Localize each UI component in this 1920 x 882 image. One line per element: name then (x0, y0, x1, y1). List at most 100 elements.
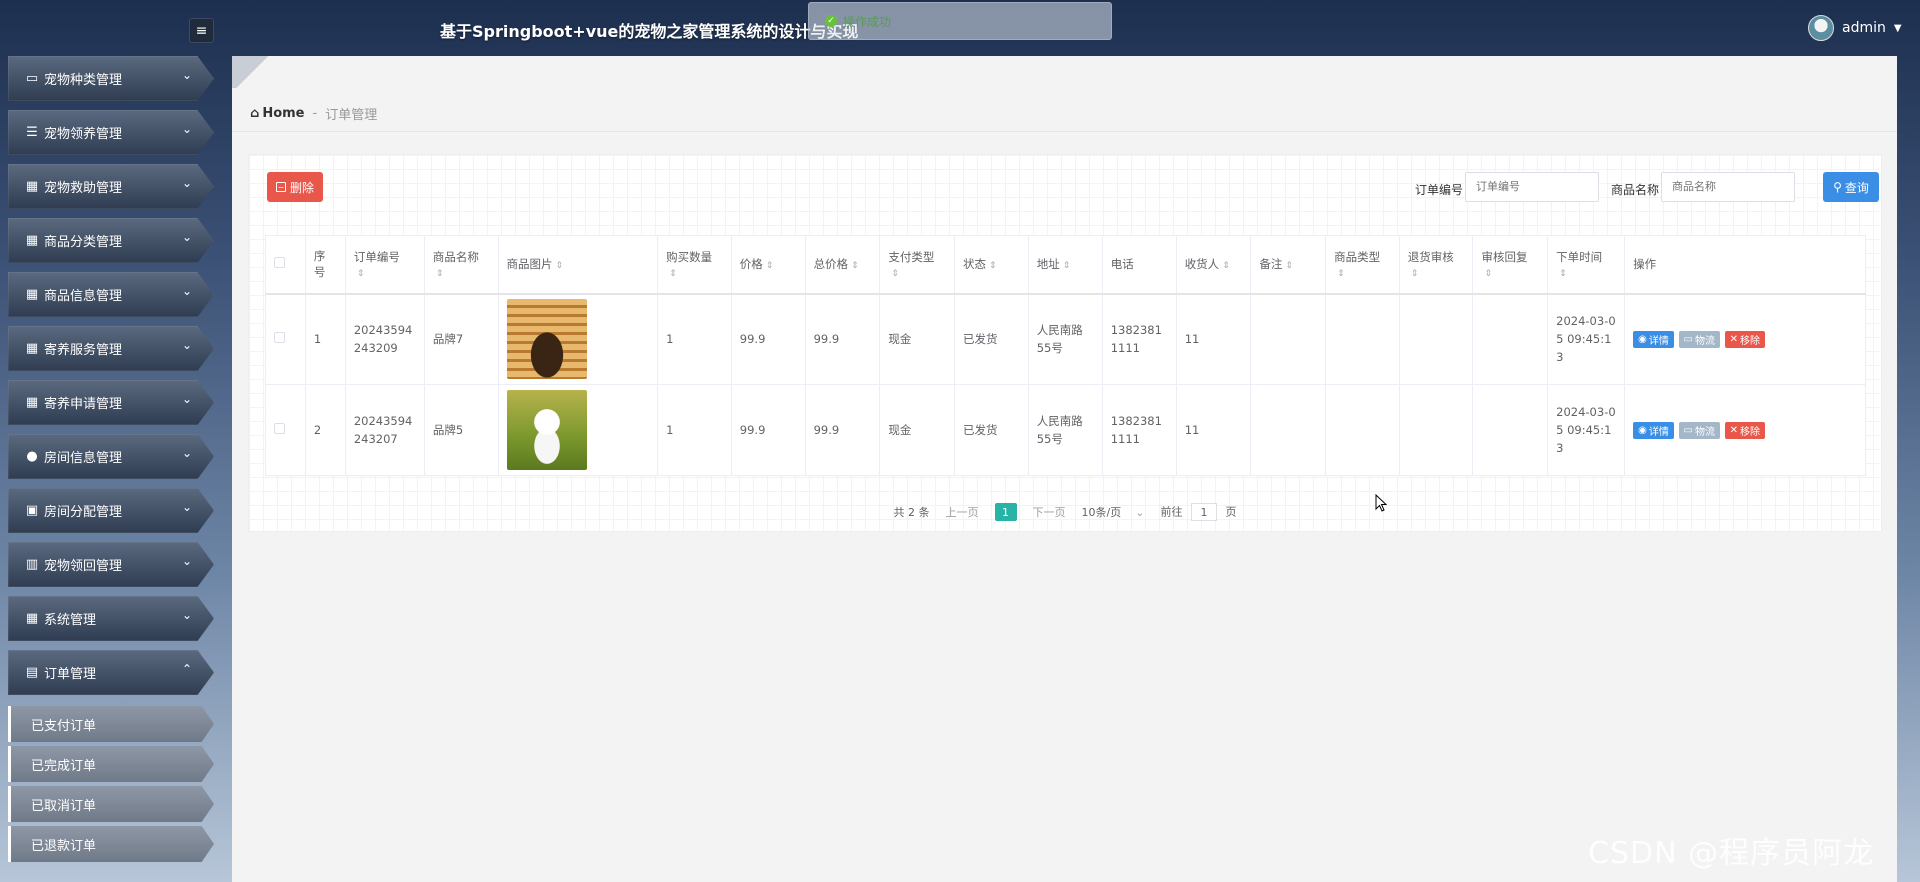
sidebar-subitem-completed-orders[interactable]: 已完成订单 (8, 746, 214, 782)
watermark: CSDN @程序员阿龙 (1588, 836, 1875, 871)
sort-icon: ⇕ (435, 269, 444, 280)
column-header[interactable]: 购买数量 ⇕ (657, 235, 732, 294)
sidebar-item-label: 商品信息管理 (44, 289, 123, 304)
column-header[interactable]: 商品名称 ⇕ (423, 235, 499, 294)
pager-page-1[interactable]: 1 (994, 503, 1017, 521)
sidebar-item-pet-rescue[interactable]: ▦ 宠物救助管理 ⌄ (8, 164, 214, 209)
cell-qty: 1 (657, 293, 732, 385)
pager-next-button[interactable]: 下一页 (1033, 504, 1066, 520)
column-header[interactable]: 商品图片 ⇕ (497, 235, 659, 294)
sidebar-item-boarding-application[interactable]: ▦ 寄养申请管理 ⌄ (8, 380, 214, 425)
search-button[interactable]: ⚲ 查询 (1823, 172, 1879, 202)
caret-down-icon: ▼ (1893, 22, 1902, 34)
column-header[interactable]: 订单编号 ⇕ (344, 235, 425, 294)
sidebar-item-product-category[interactable]: ▦ 商品分类管理 ⌄ (8, 218, 214, 263)
pager-size-value: 10条/页 (1081, 506, 1122, 519)
chevron-down-icon: ⌄ (181, 554, 192, 568)
sidebar-item-system[interactable]: ▦ 系统管理 ⌄ (8, 596, 214, 641)
column-header[interactable]: 备注 ⇕ (1250, 235, 1327, 294)
row-select-cell[interactable] (265, 384, 306, 476)
cell-price: 99.9 (730, 293, 806, 385)
row-checkbox[interactable] (274, 423, 285, 434)
sidebar-item-orders[interactable]: ▤ 订单管理 ⌃ (8, 650, 214, 695)
row-checkbox[interactable] (274, 332, 285, 344)
monitor-icon: ▭ (25, 71, 39, 86)
column-header[interactable]: 总价格 ⇕ (804, 235, 881, 294)
cell-review-reply (1472, 293, 1549, 385)
user-menu[interactable]: admin ▼ (1808, 15, 1902, 41)
row-select-cell[interactable] (265, 293, 306, 385)
order-no-input[interactable] (1465, 172, 1599, 202)
chevron-down-icon: ⌄ (1135, 505, 1145, 519)
cell-price: 99.9 (730, 384, 806, 476)
cell-status: 已发货 (954, 293, 1029, 385)
pager-prev-button[interactable]: 上一页 (946, 504, 979, 520)
pager-goto-input[interactable]: 1 (1190, 503, 1217, 521)
chevron-down-icon: ⌄ (181, 122, 192, 136)
detail-button[interactable]: ◉ 详情 (1633, 421, 1674, 439)
column-header[interactable]: 商品类型 ⇕ (1325, 235, 1400, 294)
chevron-down-icon: ⌄ (181, 500, 192, 514)
sidebar-item-label: 订单管理 (44, 667, 97, 682)
sidebar-subitem-refunded-orders[interactable]: 已退款订单 (8, 826, 214, 862)
eye-icon: ◉ (1638, 333, 1647, 345)
logistics-button[interactable]: ▭ 物流 (1678, 330, 1720, 348)
column-header[interactable]: 地址 ⇕ (1027, 235, 1103, 294)
column-header[interactable]: 审核回复 ⇕ (1472, 235, 1549, 294)
cell-total: 99.9 (804, 293, 881, 385)
sort-icon: ⇕ (1285, 261, 1293, 272)
sort-icon: ⇕ (1337, 269, 1345, 280)
eye-icon: ◉ (1638, 424, 1647, 436)
chevron-down-icon: ⌄ (181, 284, 192, 298)
sidebar-item-pet-adoption[interactable]: ☰ 宠物领养管理 ⌄ (8, 110, 214, 155)
sort-icon: ⇕ (891, 269, 899, 280)
bar-chart-icon: ▥ (25, 557, 39, 572)
truck-icon: ▭ (1683, 424, 1693, 436)
column-header[interactable]: 下单时间 ⇕ (1547, 235, 1626, 294)
product-name-input[interactable] (1661, 172, 1795, 202)
sidebar-item-label: 寄养服务管理 (44, 343, 123, 358)
cell-review-reply (1472, 384, 1549, 476)
table-row: 2 20243594243207 品牌5 1 99.9 99.9 现金 已发货 … (265, 384, 1866, 476)
sidebar-item-pet-species[interactable]: ▭ 宠物种类管理 ⌄ (8, 56, 214, 101)
sidebar-item-product-info[interactable]: ▦ 商品信息管理 ⌄ (8, 272, 214, 317)
chevron-down-icon: ⌄ (181, 392, 192, 406)
truck-icon: ▭ (1683, 333, 1693, 345)
select-all-checkbox[interactable] (274, 257, 285, 269)
detail-button[interactable]: ◉ 详情 (1633, 330, 1674, 348)
chevron-down-icon: ⌄ (181, 68, 192, 82)
cell-receiver: 11 (1175, 293, 1252, 385)
chevron-down-icon: ⌄ (181, 608, 192, 622)
pet-house-image[interactable] (506, 299, 587, 380)
cell-time: 2024-03-05 09:45:13 (1547, 293, 1626, 385)
sidebar-item-label: 宠物救助管理 (44, 181, 123, 196)
menu-toggle-icon[interactable]: ≡ (189, 18, 214, 43)
pager-size-select[interactable]: 10条/页 ⌄ (1082, 504, 1145, 520)
column-header[interactable]: 支付类型 ⇕ (879, 235, 956, 294)
sidebar-item-room-info[interactable]: ● 房间信息管理 ⌄ (8, 434, 214, 479)
sidebar-item-label: 宠物领回管理 (44, 559, 123, 574)
toast-message: 操作成功 (843, 14, 892, 29)
select-all-cell[interactable] (265, 235, 306, 294)
white-dog-image[interactable] (506, 390, 587, 470)
column-header[interactable]: 状态 ⇕ (954, 235, 1029, 294)
breadcrumb-home[interactable]: ⌂ Home (250, 106, 305, 121)
sidebar-subitem-paid-orders[interactable]: 已支付订单 (8, 706, 214, 742)
sidebar-subitem-cancelled-orders[interactable]: 已取消订单 (8, 786, 214, 822)
sidebar-item-room-allocation[interactable]: ▣ 房间分配管理 ⌄ (8, 488, 214, 533)
sidebar-item-boarding-service[interactable]: ▦ 寄养服务管理 ⌄ (8, 326, 214, 371)
logistics-button[interactable]: ▭ 物流 (1678, 421, 1720, 439)
cell-actions: ◉ 详情 ▭ 物流 ✕ 移除 (1624, 384, 1866, 476)
delete-icon: − (275, 182, 286, 192)
column-header[interactable]: 价格 ⇕ (730, 235, 806, 294)
home-icon: ⌂ (250, 106, 260, 121)
sort-icon: ⇕ (356, 269, 365, 280)
remove-button[interactable]: ✕ 移除 (1724, 421, 1766, 439)
remove-button[interactable]: ✕ 移除 (1724, 330, 1766, 348)
column-header[interactable]: 收货人 ⇕ (1175, 235, 1252, 294)
column-header[interactable]: 退货审核 ⇕ (1398, 235, 1474, 294)
delete-button[interactable]: − 删除 (267, 172, 323, 202)
clipboard-icon: ▤ (25, 665, 39, 680)
breadcrumb-home-label: Home (262, 106, 305, 121)
sidebar-item-pet-return[interactable]: ▥ 宠物领回管理 ⌄ (8, 542, 214, 587)
